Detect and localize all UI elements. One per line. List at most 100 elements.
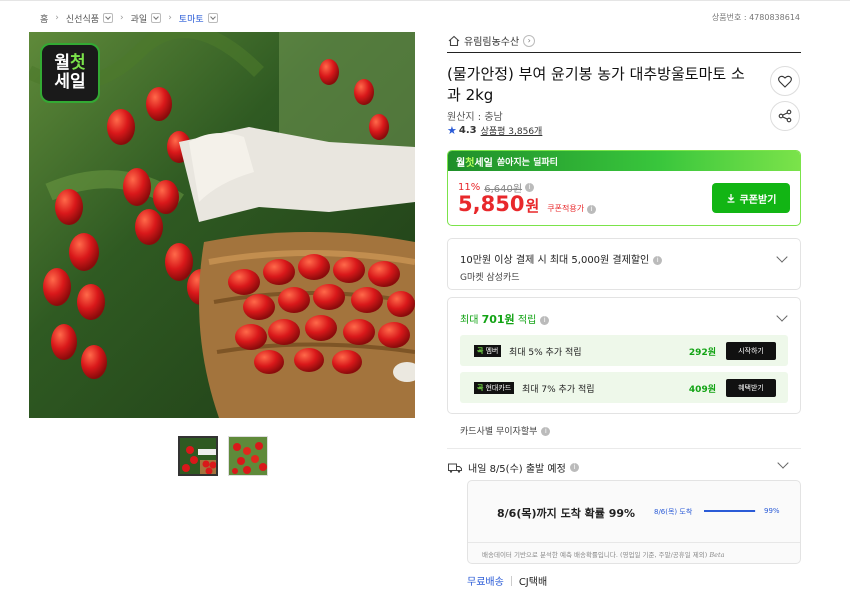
card-discount-subtitle: G마켓 삼성카드 xyxy=(460,273,520,283)
points-row-hyundai-card: 곡 현대카드 최대 7% 추가 적립 409원 혜택받기 xyxy=(460,372,788,403)
points-amount: 292원 xyxy=(688,348,716,358)
arrival-note: 배송데이터 기반으로 분석한 예측 배송확률입니다. (영업일 기준, 주말/공… xyxy=(482,549,724,559)
sale-price: 5,850 원 쿠폰적용가 i xyxy=(458,192,597,216)
review-link[interactable]: 상품평 3,856개 xyxy=(481,124,543,137)
badge-text: 세일 xyxy=(54,72,86,92)
home-icon xyxy=(448,35,460,46)
tag-text: 곡 xyxy=(477,347,484,355)
share-button[interactable] xyxy=(770,101,800,131)
chevron-down-icon[interactable] xyxy=(777,457,789,469)
points-desc: 최대 7% 추가 적립 xyxy=(522,385,595,395)
arrival-probability-fill xyxy=(704,510,756,512)
get-benefit-button[interactable]: 혜택받기 xyxy=(726,379,776,397)
seller-name: 유림림농수산 xyxy=(464,37,520,48)
info-icon[interactable]: i xyxy=(541,427,551,436)
separator xyxy=(510,575,512,586)
product-main-image[interactable]: 월첫 세일 xyxy=(29,32,415,418)
tag-text: 곡 xyxy=(477,384,484,392)
breadcrumb-label: 토마토 xyxy=(178,14,204,25)
product-number: 상품번호 : 4780838614 xyxy=(711,13,800,22)
hyundai-card-tag: 곡 현대카드 xyxy=(474,382,515,394)
download-icon xyxy=(727,194,735,203)
info-icon[interactable]: i xyxy=(540,315,550,325)
sale-brand-text: 세일 xyxy=(474,157,493,169)
free-shipping-label: 무료배송 xyxy=(467,577,504,588)
chevron-down-icon[interactable] xyxy=(776,310,788,322)
sale-brand-text: 월 xyxy=(456,157,466,169)
chevron-right-icon: › xyxy=(523,34,536,47)
product-rating: ★ 4.3 상품평 3,856개 xyxy=(447,124,542,137)
arrival-probability-percent: 99% xyxy=(764,507,780,515)
breadcrumb-tomato[interactable]: 토마토 xyxy=(179,12,218,25)
star-icon: ★ xyxy=(447,124,457,137)
rating-score: 4.3 xyxy=(458,125,477,136)
info-icon[interactable]: i xyxy=(569,463,579,472)
chevron-down-icon[interactable] xyxy=(776,251,788,263)
coupon-button-label: 쿠폰받기 xyxy=(739,194,777,206)
chevron-down-icon[interactable] xyxy=(103,13,114,23)
chevron-right-icon: › xyxy=(120,13,124,23)
info-icon[interactable]: i xyxy=(525,183,535,192)
chevron-right-icon: › xyxy=(55,13,59,23)
points-row-membership: 곡 멤버 최대 5% 추가 적립 292원 시작하기 xyxy=(460,335,788,366)
get-coupon-button[interactable]: 쿠폰받기 xyxy=(712,183,790,213)
thumbnail-2[interactable] xyxy=(228,436,268,476)
truck-icon xyxy=(448,463,462,473)
card-discount-text: 10만원 이상 결제 시 최대 5,000원 결제할인 xyxy=(460,255,650,266)
thumbnail-image xyxy=(180,438,216,474)
info-icon[interactable]: i xyxy=(653,255,663,265)
price-unit: 원 xyxy=(525,197,540,215)
card-discount-box[interactable]: 10만원 이상 결제 시 최대 5,000원 결제할인 i G마켓 삼성카드 xyxy=(447,238,801,290)
favorite-button[interactable] xyxy=(770,66,800,96)
thumbnail-image xyxy=(229,437,267,475)
points-desc: 최대 5% 추가 적립 xyxy=(509,348,582,358)
points-amount: 409원 xyxy=(688,385,716,395)
tag-text: 현대카드 xyxy=(485,384,512,392)
breadcrumb-fruit[interactable]: 과일 xyxy=(131,12,162,25)
seller-divider xyxy=(447,52,801,53)
breadcrumb-fresh-food[interactable]: 신선식품 xyxy=(65,12,114,25)
installment-text: 카드사별 무이자할부 xyxy=(460,427,538,437)
tag-text: 멤버 xyxy=(485,347,499,355)
card-discount-title: 10만원 이상 결제 시 최대 5,000원 결제할인 i xyxy=(460,251,663,266)
thumbnail-1[interactable] xyxy=(178,436,218,476)
price-value: 5,850 xyxy=(458,192,525,216)
sale-price-box: 월첫세일 쏟아지는 딜파티 11% 6,640원 i 5,850 원 쿠폰적용가… xyxy=(447,150,801,226)
coupon-price-label: 쿠폰적용가 xyxy=(547,204,585,213)
chevron-down-icon[interactable] xyxy=(207,13,218,23)
installment-info[interactable]: 카드사별 무이자할부 i xyxy=(460,424,551,437)
arrival-probability-text: 8/6(목)까지 도착 확률 99% xyxy=(497,507,636,520)
sale-tagline: 쏟아지는 딜파티 xyxy=(496,157,558,168)
product-title: (물가안정) 부여 윤기봉 농가 대추방울토마토 소과 2kg xyxy=(447,65,745,104)
breadcrumb-label: 과일 xyxy=(130,14,148,25)
chevron-down-icon[interactable] xyxy=(151,13,162,23)
thumbnail-list xyxy=(178,436,268,476)
beta-label: Beta xyxy=(709,551,725,559)
points-title-amount: 701원 xyxy=(481,313,515,326)
shipping-info: 무료배송 CJ택배 xyxy=(467,573,547,588)
breadcrumb-label: 신선식품 xyxy=(65,14,100,25)
start-membership-button[interactable]: 시작하기 xyxy=(726,342,776,360)
badge-text: 첫 xyxy=(70,53,86,73)
breadcrumb-label: 홈 xyxy=(40,14,49,25)
arrival-note-text: 배송데이터 기반으로 분석한 예측 배송확률입니다. (영업일 기준, 주말/공… xyxy=(482,551,708,559)
info-icon[interactable]: i xyxy=(587,205,597,214)
badge-text: 월 xyxy=(54,53,70,73)
sale-brand: 월첫세일 xyxy=(456,154,493,169)
sale-banner: 월첫세일 쏟아지는 딜파티 xyxy=(448,151,800,171)
points-title: 최대 701원 적립 i xyxy=(460,311,550,327)
chevron-right-icon: › xyxy=(168,13,172,23)
month-first-sale-badge: 월첫 세일 xyxy=(40,43,100,103)
eta-divider xyxy=(468,542,800,543)
membership-tag: 곡 멤버 xyxy=(474,345,502,357)
product-origin: 원산지 : 충남 xyxy=(447,112,503,123)
points-title-text: 최대 xyxy=(460,315,482,326)
delivery-label: 내일 8/5(수) 출발 예정 xyxy=(468,464,566,475)
breadcrumb-home[interactable]: 홈 xyxy=(40,12,48,25)
delivery-info[interactable]: 내일 8/5(수) 출발 예정 i xyxy=(448,460,579,475)
arrival-date-label: 8/6(목) 도착 xyxy=(654,508,693,516)
seller-link[interactable]: 유림림농수산 › xyxy=(448,33,536,48)
points-box: 최대 701원 적립 i 곡 멤버 최대 5% 추가 적립 292원 시작하기 곡현… xyxy=(447,297,801,414)
heart-icon xyxy=(778,75,792,88)
breadcrumb: 홈 › 신선식품 › 과일 › 토마토 xyxy=(40,11,218,25)
